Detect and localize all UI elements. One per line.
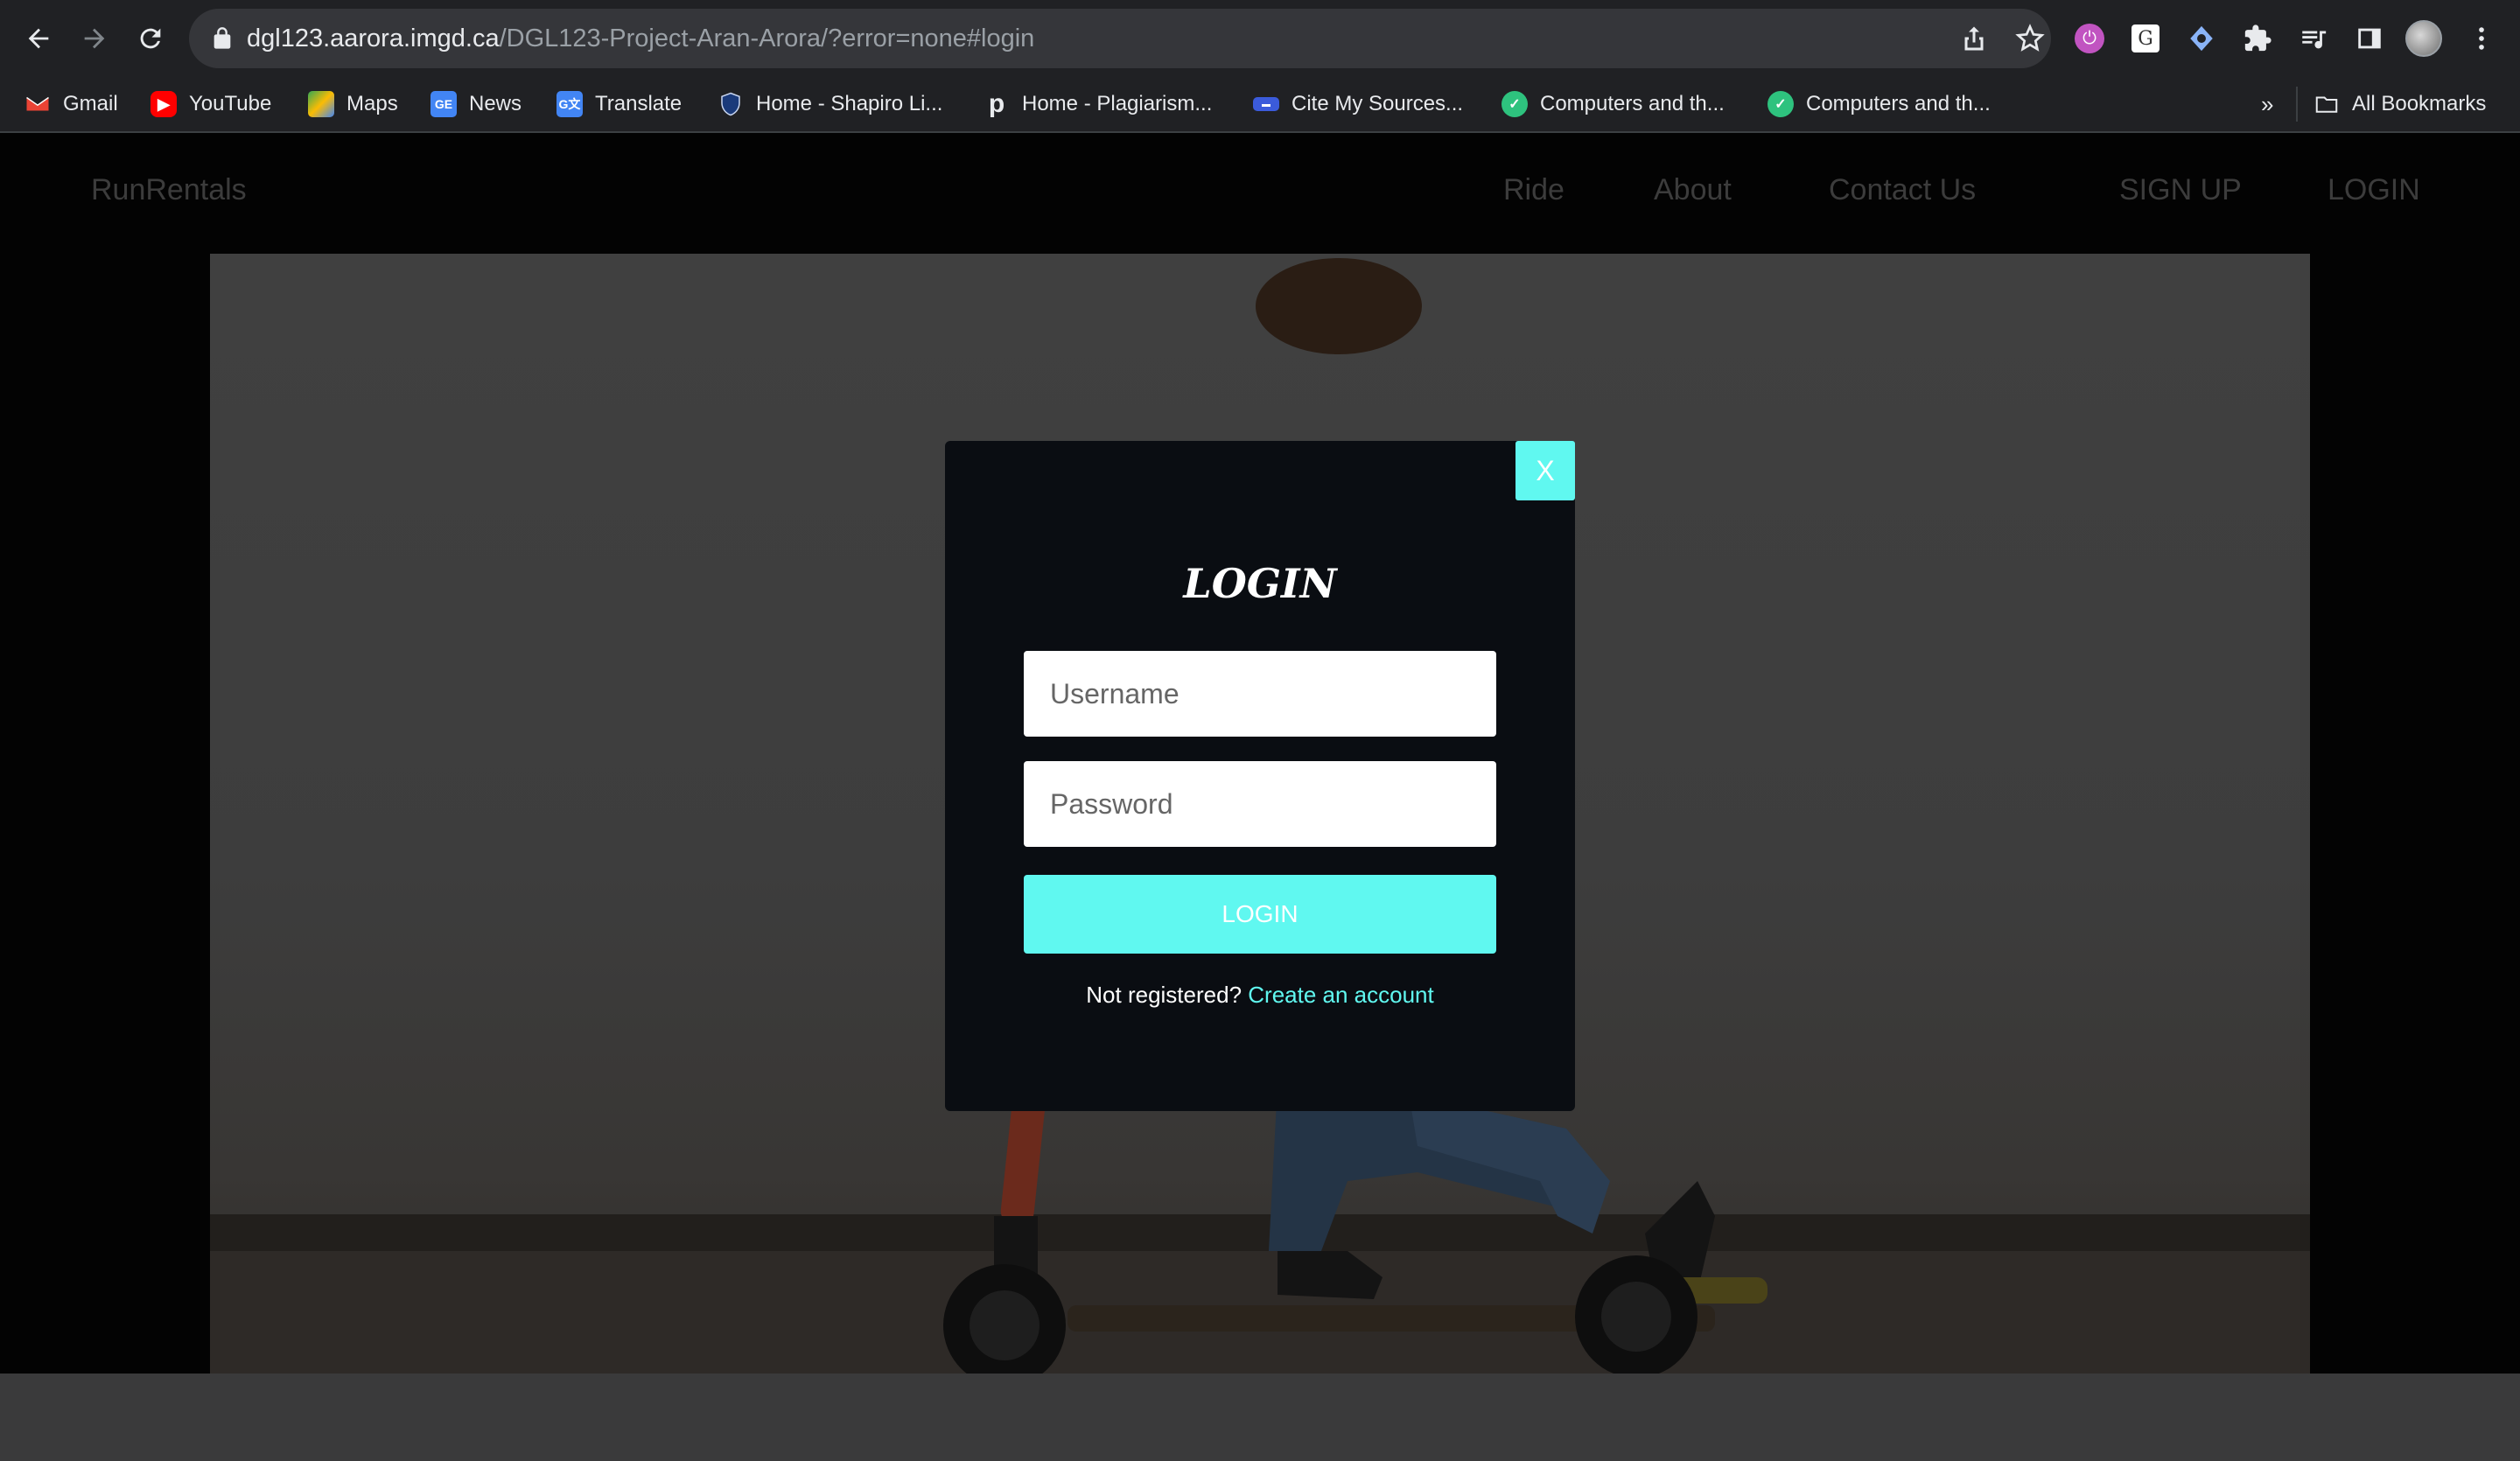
nav-login[interactable]: LOGIN xyxy=(2328,173,2420,207)
profile-avatar[interactable] xyxy=(2404,19,2443,58)
bookmark-label: Cite My Sources... xyxy=(1292,92,1464,115)
forward-arrow-icon xyxy=(84,28,105,49)
nav-signup[interactable]: SIGN UP xyxy=(2119,173,2242,207)
bookmark-label: News xyxy=(469,92,522,115)
bookmark-label: Maps xyxy=(346,92,398,115)
bookmark-star-icon[interactable] xyxy=(2014,23,2046,54)
login-modal: LOGIN LOGIN Not registered? Create an ac… xyxy=(945,441,1575,1111)
back-arrow-icon xyxy=(28,28,49,49)
bookmark-maps[interactable]: Maps xyxy=(308,77,398,131)
browser-chrome: dgl123.aarora.imgd.ca/DGL123-Project-Ara… xyxy=(0,0,2520,133)
news-icon: GE xyxy=(430,91,457,117)
register-prompt: Not registered? Create an account xyxy=(945,982,1575,1009)
reload-icon xyxy=(140,28,161,49)
nav-ride[interactable]: Ride xyxy=(1503,173,1564,207)
url-text: dgl123.aarora.imgd.ca/DGL123-Project-Ara… xyxy=(247,9,1034,68)
extension-power-icon[interactable]: ⏻ xyxy=(2070,19,2109,58)
nav-about[interactable]: About xyxy=(1654,173,1732,207)
login-submit-button[interactable]: LOGIN xyxy=(1024,875,1496,954)
bookmark-computers-2[interactable]: ✓ Computers and th... xyxy=(1768,77,1991,131)
bookmark-translate[interactable]: G文 Translate xyxy=(556,77,682,131)
shield-check-icon: ✓ xyxy=(1502,91,1528,117)
bookmark-cite[interactable]: ▬ Cite My Sources... xyxy=(1253,77,1463,131)
share-icon[interactable] xyxy=(1958,23,1990,54)
nav-contact[interactable]: Contact Us xyxy=(1829,173,1976,207)
all-bookmarks-label: All Bookmarks xyxy=(2352,92,2487,115)
maps-icon xyxy=(308,91,334,117)
shield-check-icon: ✓ xyxy=(1768,91,1794,117)
address-bar[interactable]: dgl123.aarora.imgd.ca/DGL123-Project-Ara… xyxy=(189,9,2051,68)
page-bottom-area xyxy=(0,1374,2520,1461)
url-host: dgl123.aarora.imgd.ca xyxy=(247,24,500,52)
bookmark-label: Home - Shapiro Li... xyxy=(756,92,943,115)
lock-icon xyxy=(214,27,231,49)
bookmark-label: Home - Plagiarism... xyxy=(1022,92,1213,115)
register-prompt-text: Not registered? xyxy=(1086,982,1242,1008)
gmail-icon xyxy=(24,91,51,117)
forward-button[interactable] xyxy=(72,16,117,61)
password-input[interactable] xyxy=(1024,761,1496,847)
bookmarks-overflow-button[interactable]: » xyxy=(2261,77,2273,131)
browser-toolbar: dgl123.aarora.imgd.ca/DGL123-Project-Ara… xyxy=(0,0,2520,77)
all-bookmarks-button[interactable]: All Bookmarks xyxy=(2296,87,2486,122)
folder-icon xyxy=(2314,91,2340,117)
extension-diamond-icon[interactable] xyxy=(2182,19,2221,58)
back-button[interactable] xyxy=(16,16,61,61)
bookmarks-bar: Gmail ▶ YouTube Maps GE News G文 Translat… xyxy=(0,77,2520,133)
p-icon: p xyxy=(988,89,1005,118)
media-queue-icon[interactable] xyxy=(2294,19,2333,58)
bookmark-news[interactable]: GE News xyxy=(430,77,522,131)
bookmark-label: Computers and th... xyxy=(1540,92,1725,115)
bookmark-gmail[interactable]: Gmail xyxy=(24,77,118,131)
overflow-label: » xyxy=(2261,90,2274,117)
bookmark-shapiro[interactable]: Home - Shapiro Li... xyxy=(718,77,942,131)
site-navbar: RunRentals Ride About Contact Us SIGN UP… xyxy=(0,133,2520,252)
url-path: /DGL123-Project-Aran-Arora/?error=none#l… xyxy=(499,24,1035,52)
bookmark-computers-1[interactable]: ✓ Computers and th... xyxy=(1502,77,1725,131)
modal-close-button[interactable]: X xyxy=(1516,441,1575,500)
shield-icon xyxy=(718,91,744,117)
site-brand[interactable]: RunRentals xyxy=(91,173,247,207)
bookmark-label: Computers and th... xyxy=(1806,92,1991,115)
bookmark-label: Translate xyxy=(595,92,682,115)
bookmark-youtube[interactable]: ▶ YouTube xyxy=(150,77,271,131)
extensions-puzzle-icon[interactable] xyxy=(2238,19,2277,58)
translate-icon: G文 xyxy=(556,91,583,117)
bookmark-plagiarism[interactable]: p Home - Plagiarism... xyxy=(984,77,1213,131)
modal-title: LOGIN xyxy=(1183,560,1337,607)
bookmark-label: YouTube xyxy=(189,92,272,115)
create-account-link[interactable]: Create an account xyxy=(1248,982,1433,1008)
side-panel-icon[interactable] xyxy=(2350,19,2389,58)
extension-grammarly-icon[interactable]: G xyxy=(2126,19,2165,58)
browser-menu-icon[interactable] xyxy=(2462,19,2501,58)
bookmark-label: Gmail xyxy=(63,92,118,115)
youtube-icon: ▶ xyxy=(150,91,177,117)
username-input[interactable] xyxy=(1024,651,1496,737)
reload-button[interactable] xyxy=(128,16,173,61)
cite-icon: ▬ xyxy=(1253,97,1279,111)
page: RunRentals Ride About Contact Us SIGN UP… xyxy=(0,133,2520,1374)
